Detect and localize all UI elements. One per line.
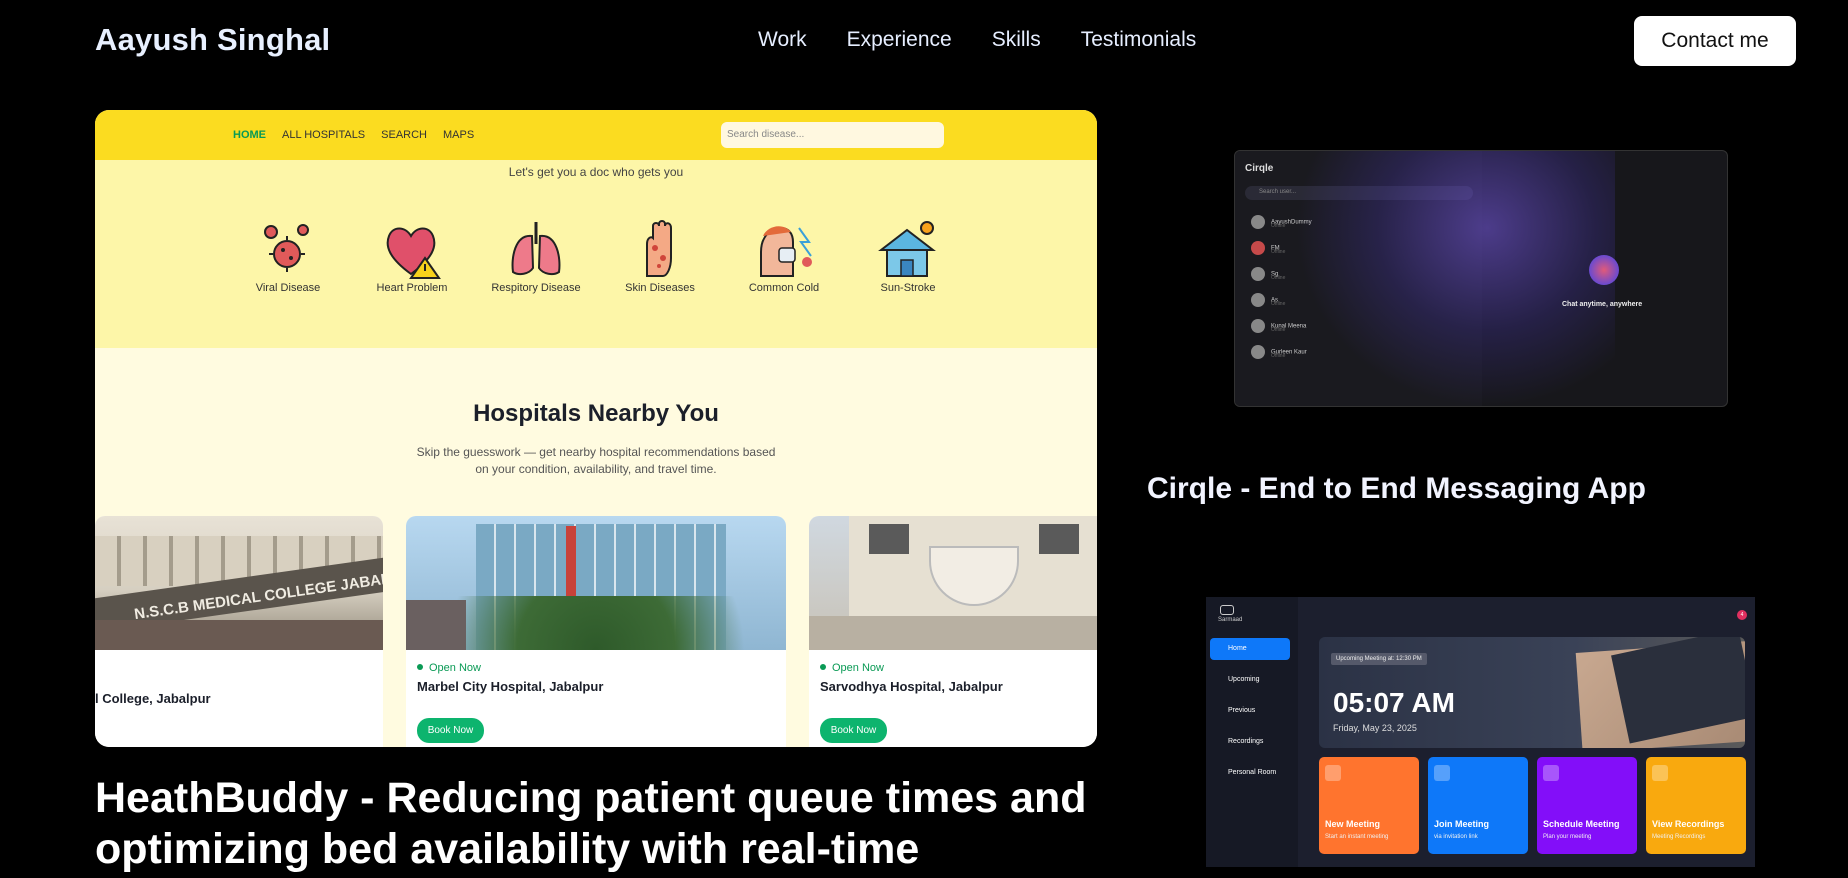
cirqle-project-title[interactable]: Cirqle - End to End Messaging App <box>1147 472 1646 506</box>
sidebar-item-home[interactable]: Home <box>1210 638 1290 660</box>
schedule-meeting-tile[interactable]: Schedule Meeting Plan your meeting <box>1537 757 1637 854</box>
virus-icon <box>257 218 319 280</box>
healthbuddy-header: HOME ALL HOSPITALS SEARCH MAPS Search di… <box>95 110 1097 160</box>
avatar <box>1251 241 1265 255</box>
disease-viral[interactable]: Viral Disease <box>226 218 350 294</box>
hospital-image: N.S.C.B MEDICAL COLLEGE JABALPUR <box>95 516 383 650</box>
new-meeting-tile[interactable]: New Meeting Start an instant meeting <box>1319 757 1419 854</box>
sidebar-item-upcoming[interactable]: Upcoming <box>1210 669 1290 691</box>
cirqle-preview[interactable]: Cirqle Search user... AayushDummy Offline… <box>1234 150 1728 407</box>
house-sun-icon <box>877 218 939 280</box>
nav-link-skills[interactable]: Skills <box>992 28 1041 52</box>
hospital-name: l College, Jabalpur <box>95 691 211 706</box>
hospitals-nearby-section: Hospitals Nearby You Skip the guesswork … <box>95 400 1097 478</box>
avatar <box>1251 267 1265 281</box>
hb-menu-home[interactable]: HOME <box>233 129 266 141</box>
cirqle-logo: Cirqle <box>1245 163 1274 174</box>
disease-label: Viral Disease <box>255 282 321 294</box>
upcoming-meeting-label: Upcoming Meeting at: 12:30 PM <box>1331 653 1427 665</box>
book-now-button[interactable]: Book Now <box>820 718 887 743</box>
sarmaad-sidebar: Sarmaad Home Upcoming Previous Recording… <box>1206 597 1298 867</box>
user-add-icon <box>1434 765 1450 781</box>
user-item[interactable]: Sg Offline <box>1251 267 1285 281</box>
healthbuddy-menu: HOME ALL HOSPITALS SEARCH MAPS <box>233 129 474 141</box>
disease-label: Heart Problem <box>376 282 448 294</box>
calendar-icon <box>1543 765 1559 781</box>
avatar <box>1251 293 1265 307</box>
hb-menu-maps[interactable]: MAPS <box>443 129 474 141</box>
disease-skin[interactable]: Skin Diseases <box>598 218 722 294</box>
sarmaad-banner: Upcoming Meeting at: 12:30 PM 05:07 AM F… <box>1319 637 1745 748</box>
hospital-card[interactable]: N.S.C.B MEDICAL COLLEGE JABALPUR l Colle… <box>95 516 383 747</box>
disease-sunstroke[interactable]: Sun-Stroke <box>846 218 970 294</box>
hb-search-input[interactable]: Search disease... <box>721 122 944 148</box>
healthbuddy-hero: Let's get you a doc who gets you Viral D… <box>95 160 1097 348</box>
brand-name[interactable]: Aayush Singhal <box>95 22 330 58</box>
sidebar-item-recordings[interactable]: Recordings <box>1210 731 1290 753</box>
hospital-image <box>406 516 786 650</box>
contact-button[interactable]: Contact me <box>1634 16 1796 66</box>
nav-link-work[interactable]: Work <box>758 28 807 52</box>
healthbuddy-project-title[interactable]: HeathBuddy - Reducing patient queue time… <box>95 773 1135 875</box>
sneeze-icon <box>753 218 815 280</box>
current-date: Friday, May 23, 2025 <box>1333 723 1417 733</box>
section-description: Skip the guesswork — get nearby hospital… <box>416 445 776 476</box>
disease-respiratory[interactable]: Respitory Disease <box>474 218 598 294</box>
avatar <box>1251 319 1265 333</box>
video-icon <box>1652 765 1668 781</box>
hb-menu-search[interactable]: SEARCH <box>381 129 427 141</box>
open-status: Open Now <box>417 662 786 674</box>
sidebar-item-personal-room[interactable]: Personal Room <box>1210 762 1290 784</box>
disease-label: Common Cold <box>748 282 820 294</box>
avatar <box>1251 345 1265 359</box>
disease-label: Sun-Stroke <box>880 282 936 294</box>
current-time: 05:07 AM <box>1333 687 1455 718</box>
lungs-icon <box>505 218 567 280</box>
join-meeting-tile[interactable]: Join Meeting via invitation link <box>1428 757 1528 854</box>
disease-label: Respitory Disease <box>491 282 581 294</box>
healthbuddy-preview[interactable]: HOME ALL HOSPITALS SEARCH MAPS Search di… <box>95 110 1097 747</box>
section-title: Hospitals Nearby You <box>473 400 719 427</box>
disease-label: Skin Diseases <box>625 282 695 294</box>
chat-tagline: Chat anytime, anywhere <box>1562 301 1643 308</box>
hospital-name: Marbel City Hospital, Jabalpur <box>417 679 604 694</box>
nav-link-testimonials[interactable]: Testimonials <box>1081 28 1197 52</box>
hand-icon <box>629 218 691 280</box>
hospital-name: Sarvodhya Hospital, Jabalpur <box>820 679 1003 694</box>
sarmaad-app-name: Sarmaad <box>1218 617 1243 623</box>
view-recordings-tile[interactable]: View Recordings Meeting Recordings <box>1646 757 1746 854</box>
hb-menu-all-hospitals[interactable]: ALL HOSPITALS <box>282 129 365 141</box>
notification-badge[interactable]: 4 <box>1737 610 1747 620</box>
heart-icon <box>381 218 443 280</box>
hospital-image <box>809 516 1097 650</box>
chat-logo-icon <box>1589 255 1619 285</box>
hospital-card[interactable]: Open Now Sarvodhya Hospital, Jabalpur Bo… <box>809 516 1097 747</box>
user-item[interactable]: FM Offline <box>1251 241 1285 255</box>
nav-link-experience[interactable]: Experience <box>847 28 952 52</box>
open-status: Open Now <box>820 662 1097 674</box>
sarmaad-logo <box>1220 605 1234 615</box>
hb-tagline: Let's get you a doc who gets you <box>508 165 684 179</box>
sarmaad-preview[interactable]: Sarmaad Home Upcoming Previous Recording… <box>1206 597 1755 867</box>
book-now-button[interactable]: Book Now <box>417 718 484 743</box>
avatar <box>1251 215 1265 229</box>
hospital-card[interactable]: Open Now Marbel City Hospital, Jabalpur … <box>406 516 786 747</box>
nav-links: Work Experience Skills Testimonials <box>758 28 1236 52</box>
disease-heart[interactable]: Heart Problem <box>350 218 474 294</box>
disease-cold[interactable]: Common Cold <box>722 218 846 294</box>
sidebar-item-previous[interactable]: Previous <box>1210 700 1290 722</box>
user-item[interactable]: As Offline <box>1251 293 1285 307</box>
top-navbar: Aayush Singhal Work Experience Skills Te… <box>0 0 1848 84</box>
plus-icon <box>1325 765 1341 781</box>
purple-glow <box>1295 151 1615 406</box>
